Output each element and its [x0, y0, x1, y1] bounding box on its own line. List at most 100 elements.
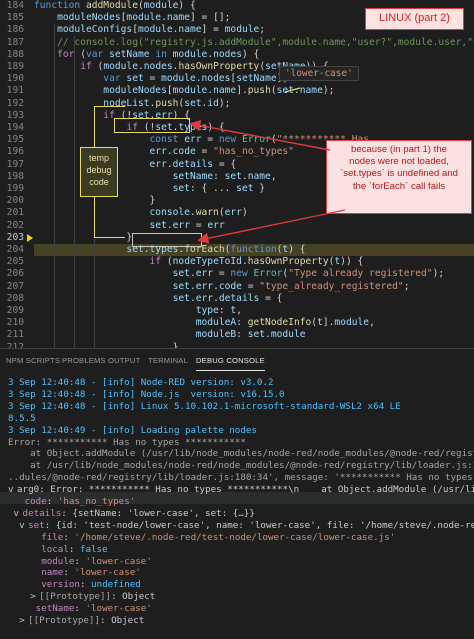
debug-current-line-icon[interactable] [27, 233, 33, 242]
code-token: : { ... [189, 183, 237, 194]
console-token: : [79, 579, 92, 591]
line-number: 208 [6, 292, 24, 304]
code-token: var [34, 73, 127, 85]
console-line[interactable]: name: 'lower-case' [8, 567, 141, 579]
line-number: 200 [6, 195, 24, 207]
console-line[interactable]: 8.5.5 [8, 413, 36, 425]
code-token: set [126, 73, 150, 85]
code-token: , [236, 305, 242, 316]
code-token: ]. [322, 317, 335, 329]
code-token: set [276, 85, 294, 97]
console-token [8, 520, 19, 531]
code-line: setName: set.name, [34, 171, 277, 183]
line-number-gutter: 184 185 186 187 188 189 190 191 192 193 194 195 196 1… [0, 0, 26, 348]
code-token: module [126, 12, 162, 24]
console-line[interactable]: > [[Prototype]]: Object [8, 591, 155, 603]
console-token: 'has_no_types' [57, 496, 136, 507]
tab-npm-scripts[interactable]: NPM SCRIPTS [6, 349, 60, 373]
chevron-right-icon[interactable]: > [19, 615, 28, 627]
if-types-annotation-box [114, 118, 190, 133]
code-token: nodes [143, 61, 173, 72]
line-number: 194 [6, 122, 24, 133]
console-token: : {id: 'test-node/lower-case', name: 'lo… [44, 519, 474, 531]
code-token: module [224, 24, 260, 36]
chevron-down-icon[interactable]: v [14, 508, 23, 520]
console-token: arg0: Error: *********** Has no types **… [17, 484, 474, 496]
code-token: id [207, 97, 219, 109]
code-token: ) { [207, 122, 225, 133]
code-token: ]. [236, 85, 248, 97]
chevron-right-icon[interactable]: > [30, 591, 39, 603]
console-token: undefined [91, 579, 141, 591]
code-token: nodeList [34, 97, 150, 109]
code-line: set.err.details = { [34, 292, 283, 305]
code-editor[interactable]: 184 185 186 187 188 189 190 191 192 193 194 195 196 1… [0, 0, 474, 348]
temp-label-line-3: code [89, 177, 109, 187]
chevron-down-icon[interactable]: v [19, 520, 28, 532]
console-token: file [41, 531, 64, 543]
console-token: setName [35, 603, 75, 615]
code-line: moduleConfigs[module.name] = module; [34, 24, 265, 36]
console-line[interactable]: v set: {id: 'test-node/lower-case', name:… [8, 520, 474, 532]
line-number: 187 [6, 36, 24, 48]
line-number: 184 [6, 0, 24, 11]
code-token: err [172, 219, 196, 231]
code-token: new [230, 268, 254, 280]
code-token: type [34, 305, 219, 316]
debug-console-output[interactable]: 3 Sep 12:40:48 - [info] Node-RED version… [0, 373, 474, 639]
note-line-4: the `forEach` call fails [352, 180, 446, 192]
console-line[interactable]: 3 Sep 12:40:48 - [info] Node-RED version… [8, 377, 274, 389]
console-token: '/home/steve/.node-red/test-node/lower-c… [74, 531, 396, 543]
tab-debug-console[interactable]: DEBUG CONSOLE [196, 349, 265, 373]
code-token: = { [265, 292, 283, 304]
code-token: name [299, 85, 323, 97]
console-line[interactable]: at /usr/lib/node_modules/node-red/node_m… [8, 460, 474, 472]
console-line[interactable]: local: false [8, 544, 107, 556]
code-token: ) [241, 207, 248, 219]
console-line[interactable]: file: '/home/steve/.node-red/test-node/l… [8, 532, 395, 544]
console-line[interactable]: 3 Sep 12:40:48 - [info] Node.js version:… [8, 389, 285, 401]
code-token: warn [195, 207, 219, 219]
console-line[interactable]: code: 'has_no_types' [8, 496, 136, 508]
console-line[interactable]: module: 'lower-case' [8, 556, 152, 568]
console-line[interactable]: at Object.addModule (/usr/lib/node_modul… [8, 448, 474, 460]
console-line[interactable]: 3 Sep 12:40:49 - [info] Loading palette … [8, 425, 257, 437]
code-token: code [218, 280, 248, 292]
console-line[interactable]: v details: {setName: 'lower-case', set: {… [8, 508, 255, 520]
console-line[interactable]: v arg0: Error: *********** Has no types *… [8, 484, 474, 496]
code-token: ); [432, 268, 445, 280]
chevron-down-icon[interactable]: v [8, 484, 17, 496]
console-token [8, 532, 41, 543]
console-token: : [63, 531, 75, 543]
code-token: module [103, 61, 138, 72]
code-line: moduleNodes[module.name].push(set.name); [34, 85, 334, 97]
code-line: err.code = "has_no_types" [34, 146, 294, 158]
console-line[interactable]: 3 Sep 12:40:48 - [info] Linux 5.10.102.1… [8, 401, 401, 413]
code-line: nodeList.push(set.id); [34, 98, 230, 110]
tab-problems[interactable]: PROBLEMS [62, 349, 106, 373]
code-token: = [149, 73, 162, 85]
code-token: nodeTypeToId [172, 256, 242, 268]
console-line[interactable]: > [[Prototype]]: Object [8, 615, 144, 627]
tab-output[interactable]: OUTPUT [108, 349, 140, 373]
console-line[interactable]: Error: *********** Has no types ********… [8, 437, 246, 449]
console-line[interactable]: ..dules/@node-red/registry/lib/loader.js… [8, 472, 474, 484]
code-token: Error [253, 268, 283, 280]
line-number: 190 [6, 73, 24, 85]
code-token: in [155, 48, 173, 60]
code-token: moduleConfigs [34, 24, 133, 36]
code-token: module [334, 317, 370, 329]
code-token: var [86, 48, 110, 60]
code-token: "has_no_types" [213, 146, 294, 158]
code-token: module [172, 48, 208, 60]
code-token: moduleNodes [34, 85, 167, 97]
code-token: ) { [241, 48, 260, 60]
line-number: 185 [6, 12, 24, 24]
console-token: 'lower-case' [85, 555, 152, 567]
console-token: : {setName: 'lower-case', set: {…}} [61, 507, 255, 519]
tab-terminal[interactable]: TERMINAL [148, 349, 188, 373]
console-line[interactable]: setName: 'lower-case' [8, 603, 152, 615]
code-token: moduleNodes [34, 12, 121, 24]
console-line[interactable]: version: undefined [8, 579, 141, 591]
code-token: "type_already_registered" [259, 280, 404, 292]
